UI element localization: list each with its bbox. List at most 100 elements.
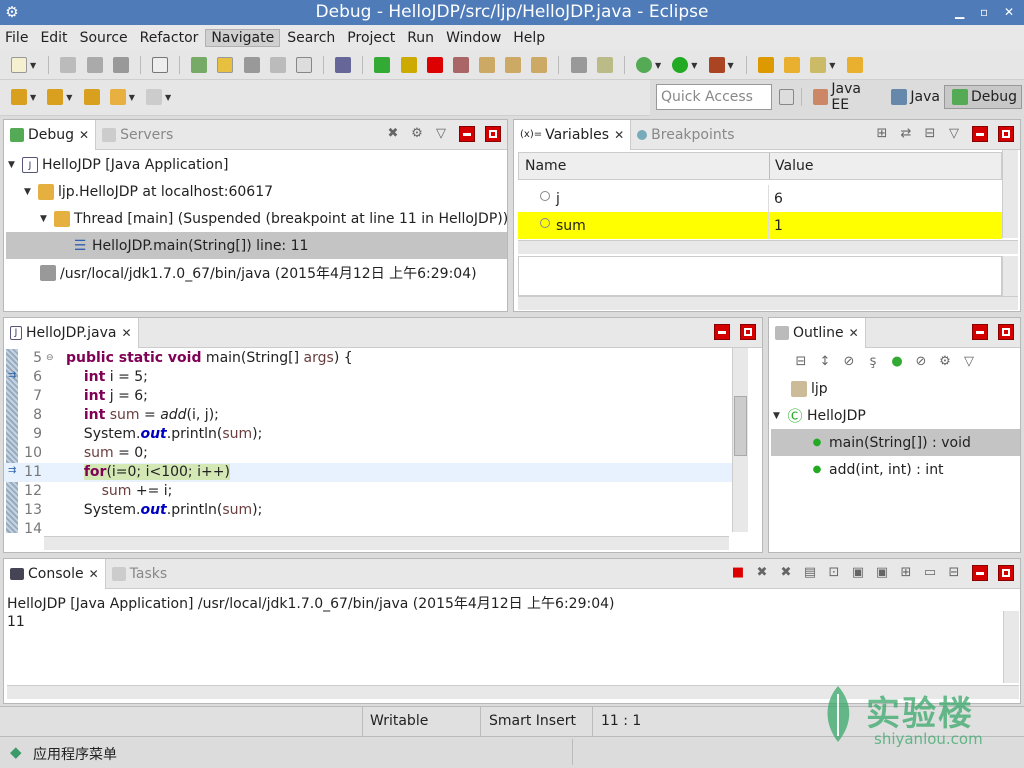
variables-vscrollbar[interactable] bbox=[1002, 150, 1018, 238]
view-menu-icon[interactable]: ⚙ bbox=[409, 126, 425, 142]
close-icon[interactable]: ✕ bbox=[89, 567, 99, 581]
show-logical-structure-icon[interactable]: ⇄ bbox=[898, 126, 914, 142]
perspective-java-ee[interactable]: Java EE bbox=[806, 78, 884, 116]
tab-servers[interactable]: Servers bbox=[96, 120, 179, 150]
prev-annotation-icon[interactable] bbox=[47, 89, 64, 105]
debug-icon[interactable] bbox=[635, 57, 652, 73]
close-icon[interactable]: ✕ bbox=[121, 326, 131, 340]
maximize-button[interactable] bbox=[485, 126, 501, 142]
menu-refactor[interactable]: Refactor bbox=[135, 30, 204, 46]
pen-icon[interactable] bbox=[810, 57, 827, 73]
collapse-all-icon[interactable]: ⊟ bbox=[922, 126, 938, 142]
view-menu-icon[interactable]: ⚙ bbox=[937, 354, 953, 370]
tree-item-vm[interactable]: ▼ ljp.HelloJDP at localhost:60617 bbox=[24, 178, 273, 205]
perspective-java[interactable]: Java bbox=[884, 86, 944, 108]
tab-editor-file[interactable]: J HelloJDP.java ✕ bbox=[4, 317, 139, 348]
menu-search[interactable]: Search bbox=[282, 30, 340, 46]
perspective-debug[interactable]: Debug bbox=[943, 85, 1022, 109]
resume-icon[interactable] bbox=[374, 57, 391, 73]
drop-frame-icon[interactable] bbox=[570, 57, 587, 73]
outline-item-class[interactable]: ▼ Ⓒ HelloJDP bbox=[773, 402, 866, 429]
collapse-all-icon[interactable]: ⊟ bbox=[793, 354, 809, 370]
open-folder-icon[interactable] bbox=[784, 57, 801, 73]
detail-hscrollbar[interactable] bbox=[518, 296, 1018, 310]
hide-fields-icon[interactable]: ⊘ bbox=[841, 354, 857, 370]
tree-item-thread[interactable]: ▼ Thread [main] (Suspended (breakpoint at… bbox=[40, 205, 508, 232]
skip-breakpoints-icon[interactable] bbox=[335, 57, 352, 73]
variable-row-changed[interactable]: sum 1 bbox=[518, 212, 1002, 239]
chevron-down-icon[interactable]: ▼ bbox=[24, 187, 38, 197]
show-stdout-icon[interactable]: ▣ bbox=[850, 565, 866, 581]
open-perspective-icon[interactable] bbox=[779, 89, 795, 105]
variable-row[interactable]: j 6 bbox=[518, 185, 1002, 212]
hide-local-types-icon[interactable]: ⊘ bbox=[913, 354, 929, 370]
hide-nonpublic-icon[interactable]: ● bbox=[889, 354, 905, 370]
save-all-icon[interactable] bbox=[86, 57, 103, 73]
tab-breakpoints[interactable]: Breakpoints bbox=[631, 120, 740, 150]
terminate-icon[interactable] bbox=[426, 57, 443, 73]
external-tools-icon[interactable] bbox=[708, 57, 725, 73]
quick-access-input[interactable]: Quick Access bbox=[656, 84, 772, 110]
open-task-icon[interactable] bbox=[846, 57, 863, 73]
tab-variables[interactable]: (x)= Variables ✕ bbox=[514, 119, 632, 150]
menu-navigate[interactable]: Navigate bbox=[205, 28, 281, 47]
breakpoint-icon[interactable]: ⇉ bbox=[8, 370, 16, 381]
outline-item-package[interactable]: ljp bbox=[791, 375, 828, 402]
last-edit-icon[interactable] bbox=[83, 89, 100, 105]
disconnect-icon[interactable] bbox=[452, 57, 469, 73]
display-console-icon[interactable]: ▭ bbox=[922, 565, 938, 581]
suspend-icon[interactable] bbox=[400, 57, 417, 73]
annotation-icon[interactable] bbox=[243, 57, 260, 73]
forward-icon[interactable] bbox=[146, 89, 163, 105]
block-icon[interactable] bbox=[269, 57, 286, 73]
step-over-icon[interactable] bbox=[505, 57, 522, 73]
window-controls[interactable]: ▁ ▫ ✕ bbox=[955, 0, 1020, 25]
tree-item-application[interactable]: ▼ J HelloJDP [Java Application] bbox=[8, 151, 228, 178]
back-icon[interactable] bbox=[109, 89, 126, 105]
tab-outline[interactable]: Outline ✕ bbox=[769, 317, 866, 348]
pilcrow-icon[interactable] bbox=[295, 57, 312, 73]
terminate-icon[interactable]: ■ bbox=[730, 565, 746, 581]
maximize-button[interactable] bbox=[998, 324, 1014, 340]
menu-help[interactable]: Help bbox=[508, 30, 550, 46]
tree-item-stack-frame[interactable]: ☰ HelloJDP.main(String[]) line: 11 bbox=[6, 232, 507, 259]
minimize-button[interactable] bbox=[972, 126, 988, 142]
print-icon[interactable] bbox=[112, 57, 129, 73]
close-icon[interactable]: ✕ bbox=[614, 128, 624, 142]
scroll-lock-icon[interactable]: ⊡ bbox=[826, 565, 842, 581]
minimize-button[interactable] bbox=[459, 126, 475, 142]
remove-launch-icon[interactable]: ✖ bbox=[754, 565, 770, 581]
minimize-button[interactable] bbox=[972, 324, 988, 340]
maximize-button[interactable] bbox=[998, 565, 1014, 581]
console-vscrollbar[interactable] bbox=[1003, 611, 1019, 683]
highlight-icon[interactable] bbox=[217, 57, 234, 73]
new-icon[interactable] bbox=[11, 57, 27, 73]
menu-run[interactable]: Run bbox=[402, 30, 439, 46]
show-stderr-icon[interactable]: ▣ bbox=[874, 565, 890, 581]
variable-detail-pane[interactable] bbox=[518, 256, 1002, 296]
step-return-icon[interactable] bbox=[531, 57, 548, 73]
editor-vscrollbar[interactable] bbox=[732, 348, 748, 532]
chevron-down-icon[interactable]: ▼ bbox=[40, 214, 54, 224]
open-type-icon[interactable] bbox=[152, 57, 168, 73]
close-icon[interactable]: ✕ bbox=[79, 128, 89, 142]
sort-icon[interactable]: ↕ bbox=[817, 354, 833, 370]
menu-source[interactable]: Source bbox=[75, 30, 133, 46]
menu-edit[interactable]: Edit bbox=[35, 30, 72, 46]
minimize-button[interactable] bbox=[714, 324, 730, 340]
run-icon[interactable] bbox=[672, 57, 689, 73]
console-output[interactable]: 11 bbox=[7, 614, 25, 630]
outline-item-method-main[interactable]: ● main(String[]) : void bbox=[771, 429, 1020, 456]
clear-console-icon[interactable]: ▤ bbox=[802, 565, 818, 581]
detail-vscrollbar[interactable] bbox=[1002, 256, 1018, 296]
new-java-project-icon[interactable] bbox=[757, 57, 774, 73]
next-annotation-icon[interactable] bbox=[11, 89, 27, 105]
show-type-names-icon[interactable]: ⊞ bbox=[874, 126, 890, 142]
tab-console[interactable]: Console ✕ bbox=[4, 558, 106, 589]
remove-terminated-icon[interactable]: ✖ bbox=[385, 126, 401, 142]
chevron-down-icon[interactable]: ▽ bbox=[433, 126, 449, 142]
search-icon[interactable] bbox=[191, 57, 208, 73]
open-console-icon[interactable]: ⊟ bbox=[946, 565, 962, 581]
chevron-down-icon[interactable]: ▼ bbox=[8, 160, 22, 170]
tree-item-process[interactable]: /usr/local/jdk1.7.0_67/bin/java (2015年4月… bbox=[40, 259, 477, 286]
